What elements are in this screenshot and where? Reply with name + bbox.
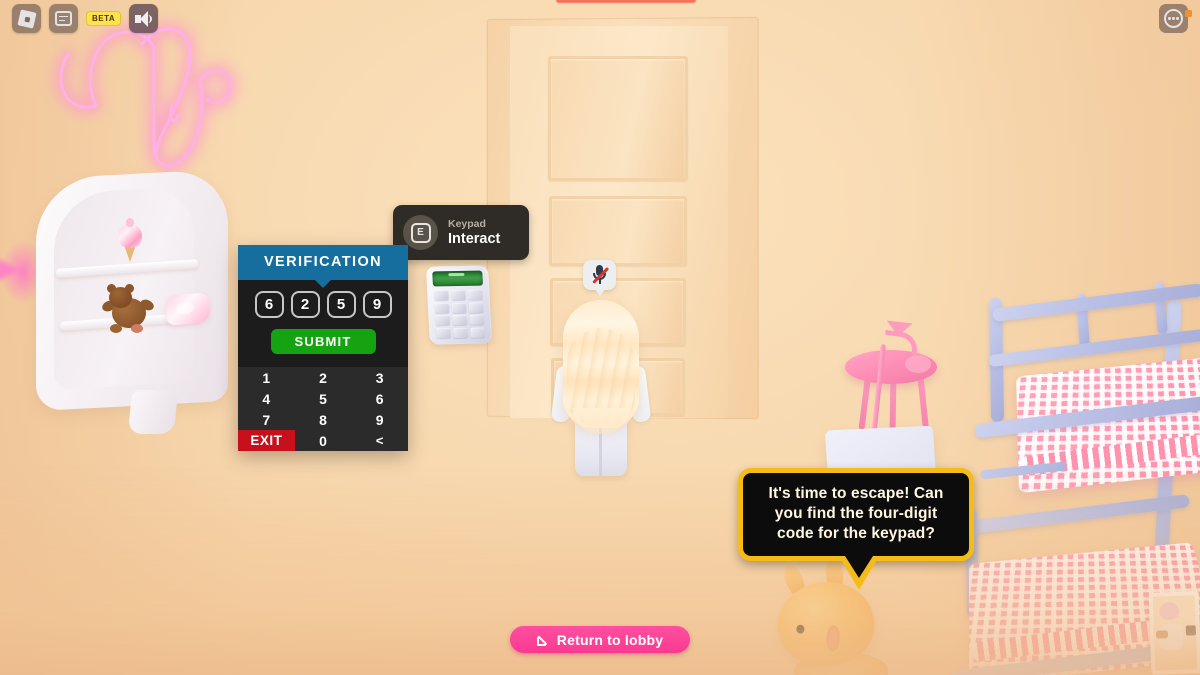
ellipsis-icon — [1164, 9, 1183, 28]
keypad-digit-slot[interactable]: 2 — [290, 291, 320, 318]
door-panel — [549, 196, 687, 266]
hint-speech-bubble: It's time to escape! Can you find the fo… — [738, 468, 974, 591]
teddy-bear-toy — [100, 284, 160, 336]
chat-icon — [55, 11, 72, 26]
keypad-key-8[interactable]: 8 — [295, 409, 352, 430]
prompt-action-label: Interact — [448, 231, 501, 247]
prompt-object-label: Keypad — [448, 218, 486, 230]
return-to-lobby-button[interactable]: Return to lobby — [510, 626, 690, 653]
muted-microphone-bubble — [583, 260, 616, 296]
player-avatar — [550, 300, 652, 476]
lamp-shade — [885, 320, 913, 338]
keypad-digit-slot[interactable]: 9 — [362, 291, 392, 318]
toy-shelf — [18, 168, 248, 434]
keypad-key-1[interactable]: 1 — [238, 367, 295, 388]
banner-sliver — [556, 0, 696, 3]
keypad-header: VERIFICATION — [238, 245, 408, 288]
hint-text: It's time to escape! Can you find the fo… — [768, 485, 944, 543]
roblox-logo-icon — [16, 8, 37, 29]
pink-pillow-decor — [166, 292, 210, 326]
keypad-number-pad: 1 2 3 4 5 6 7 8 9 EXIT 0 < — [238, 367, 408, 451]
return-to-lobby-label: Return to lobby — [556, 631, 664, 648]
top-right-hud — [1159, 4, 1192, 33]
keypad-digit-display: 6 2 5 9 — [246, 291, 400, 318]
neon-accent-shape — [0, 258, 20, 282]
prompt-key-circle: E — [403, 215, 438, 250]
keyboard-key-icon: E — [410, 222, 431, 243]
shelf-leg — [127, 390, 179, 434]
keypad-backspace-button[interactable]: < — [351, 430, 408, 451]
keypad-header-notch — [314, 279, 332, 288]
speech-tail-inner — [845, 556, 873, 579]
table-decor — [905, 355, 931, 373]
sound-button[interactable] — [129, 4, 159, 33]
keypad-key-3[interactable]: 3 — [351, 367, 408, 388]
keypad-device-screen — [432, 270, 484, 287]
keypad-verification-panel: VERIFICATION 6 2 5 9 SUBMIT 1 2 3 4 5 6 … — [238, 245, 408, 451]
keypad-key-5[interactable]: 5 — [295, 388, 352, 409]
keypad-digit-slot[interactable]: 5 — [326, 291, 356, 318]
keypad-title: VERIFICATION — [263, 254, 383, 270]
keypad-key-9[interactable]: 9 — [351, 409, 408, 430]
keypad-key-2[interactable]: 2 — [295, 367, 352, 388]
keypad-entry-area: 6 2 5 9 SUBMIT — [238, 280, 408, 367]
room-scene — [0, 0, 1200, 675]
more-options-button[interactable] — [1159, 4, 1188, 33]
keypad-exit-button[interactable]: EXIT — [238, 430, 295, 451]
keypad-key-7[interactable]: 7 — [238, 409, 295, 430]
speaker-icon — [134, 10, 153, 27]
chat-button[interactable] — [49, 4, 78, 33]
keypad-key-4[interactable]: 4 — [238, 388, 295, 409]
keypad-device[interactable] — [425, 265, 493, 345]
submit-button[interactable]: SUBMIT — [270, 329, 376, 354]
neon-sign — [38, 14, 253, 174]
keypad-digit-slot[interactable]: 6 — [254, 291, 284, 318]
avatar-hair — [563, 300, 639, 434]
keypad-key-0[interactable]: 0 — [295, 430, 352, 451]
arrow-down-left-icon — [536, 634, 549, 646]
keypad-key-6[interactable]: 6 — [351, 388, 408, 409]
door-panel — [548, 56, 688, 181]
keypad-device-keys — [434, 289, 485, 339]
top-left-hud: BETA — [12, 4, 159, 33]
game-screen: BETA E Keypad Interact VERIFICATION 6 2 … — [0, 0, 1200, 675]
roblox-menu-button[interactable] — [12, 4, 41, 33]
prompt-text: Keypad Interact — [448, 218, 500, 247]
beta-badge: BETA — [86, 11, 122, 26]
interact-prompt[interactable]: E Keypad Interact — [393, 205, 529, 260]
muted-microphone-icon — [591, 265, 609, 285]
ice-cream-toy — [116, 218, 144, 262]
notification-dot — [1185, 10, 1192, 17]
